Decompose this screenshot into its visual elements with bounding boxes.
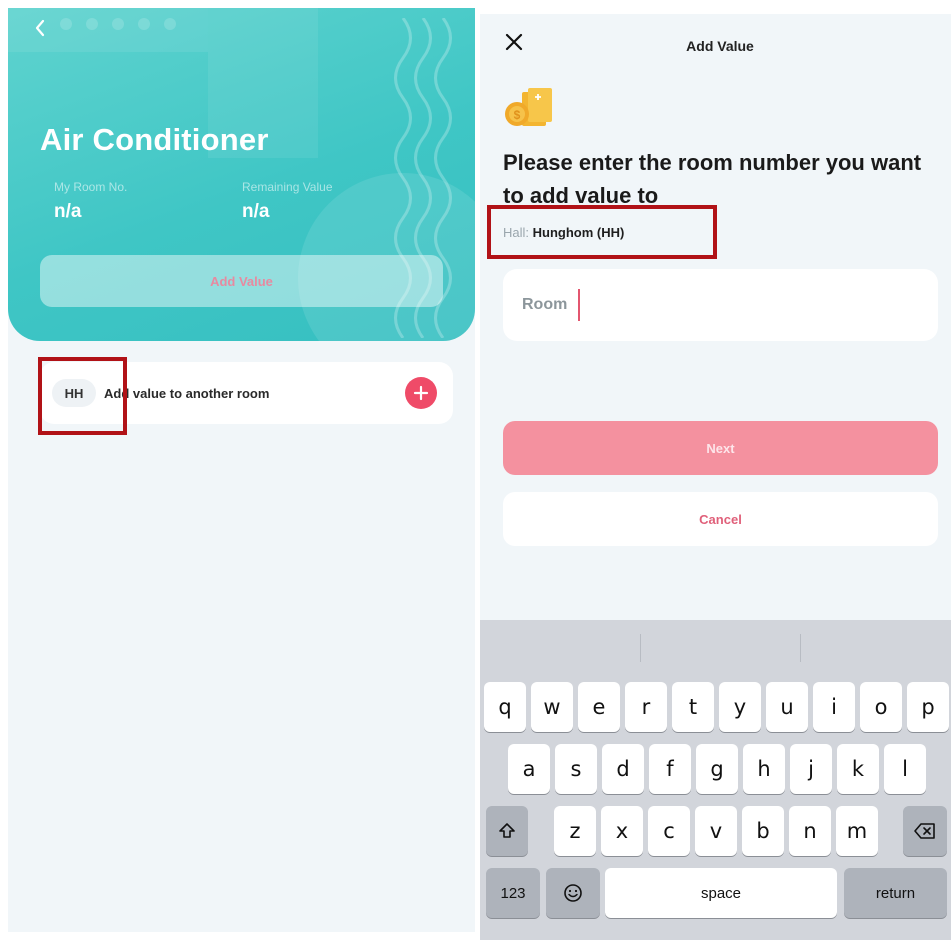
key-e[interactable]: e: [578, 682, 620, 732]
hall-label: Hall:: [503, 225, 530, 240]
my-room-value: n/a: [54, 201, 82, 222]
left-screen: Air Conditioner My Room No. n/a Remainin…: [8, 8, 475, 932]
suggestion-divider: [800, 634, 801, 662]
key-r[interactable]: r: [625, 682, 667, 732]
modal-title: Add Value: [686, 38, 754, 54]
key-n[interactable]: n: [789, 806, 831, 856]
key-u[interactable]: u: [766, 682, 808, 732]
key-s[interactable]: s: [555, 744, 597, 794]
suggestion-divider: [640, 634, 641, 662]
remaining-value-label: Remaining Value: [242, 180, 333, 194]
key-d[interactable]: d: [602, 744, 644, 794]
keyboard: qwertyuiop asdfghjkl zxcvbnm 123 space r…: [480, 620, 951, 940]
chevron-left-icon: [35, 19, 45, 37]
return-key[interactable]: return: [844, 868, 947, 918]
hall-badge: HH: [52, 379, 96, 407]
shift-key[interactable]: [486, 806, 528, 856]
coins-icon: $: [505, 88, 552, 126]
key-f[interactable]: f: [649, 744, 691, 794]
key-x[interactable]: x: [601, 806, 643, 856]
room-placeholder: Room: [522, 296, 568, 313]
key-q[interactable]: q: [484, 682, 526, 732]
add-other-room-card[interactable]: HH Add value to another room: [40, 362, 453, 424]
my-room-label: My Room No.: [54, 180, 128, 194]
add-value-button[interactable]: Add Value: [40, 255, 443, 307]
back-button[interactable]: [28, 16, 52, 40]
key-o[interactable]: o: [860, 682, 902, 732]
key-v[interactable]: v: [695, 806, 737, 856]
backspace-icon: [914, 823, 935, 839]
add-other-room-label: Add value to another room: [104, 385, 270, 401]
key-l[interactable]: l: [884, 744, 926, 794]
key-c[interactable]: c: [648, 806, 690, 856]
backspace-key[interactable]: [903, 806, 947, 856]
hall-value: Hunghom (HH): [532, 225, 625, 240]
prompt-heading: Please enter the room number you want to…: [503, 150, 922, 208]
numbers-key[interactable]: 123: [486, 868, 540, 918]
key-w[interactable]: w: [531, 682, 573, 732]
key-k[interactable]: k: [837, 744, 879, 794]
remaining-value: n/a: [242, 201, 270, 222]
next-button[interactable]: Next: [503, 421, 938, 475]
key-i[interactable]: i: [813, 682, 855, 732]
right-screen: Add Value $ Please enter the room number…: [480, 14, 951, 940]
key-a[interactable]: a: [508, 744, 550, 794]
header-card: Air Conditioner My Room No. n/a Remainin…: [8, 8, 475, 341]
shift-icon: [499, 823, 515, 838]
emoji-key[interactable]: [546, 868, 600, 918]
key-b[interactable]: b: [742, 806, 784, 856]
svg-text:$: $: [514, 108, 521, 122]
add-room-button[interactable]: [405, 377, 437, 409]
page-dots: [60, 18, 176, 30]
key-m[interactable]: m: [836, 806, 878, 856]
key-j[interactable]: j: [790, 744, 832, 794]
plus-icon: [413, 385, 429, 401]
key-p[interactable]: p: [907, 682, 949, 732]
emoji-icon: [564, 884, 582, 902]
key-t[interactable]: t: [672, 682, 714, 732]
key-z[interactable]: z: [554, 806, 596, 856]
space-key[interactable]: space: [605, 868, 837, 918]
hall-info: Hall: Hunghom (HH): [503, 225, 624, 240]
key-y[interactable]: y: [719, 682, 761, 732]
key-h[interactable]: h: [743, 744, 785, 794]
page-title: Air Conditioner: [40, 122, 269, 157]
room-input[interactable]: Room: [503, 269, 938, 341]
text-caret: [578, 289, 581, 321]
key-g[interactable]: g: [696, 744, 738, 794]
cancel-button[interactable]: Cancel: [503, 492, 938, 546]
